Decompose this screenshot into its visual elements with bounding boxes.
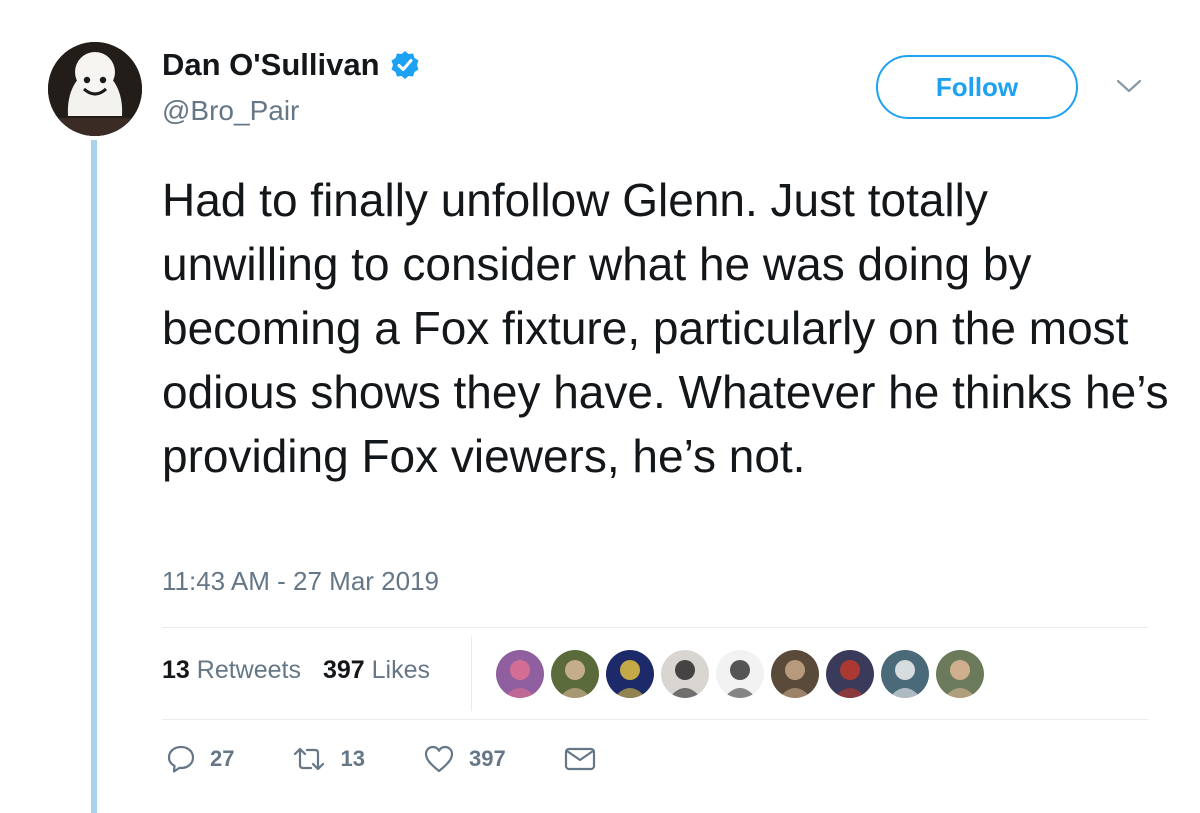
- envelope-icon: [564, 746, 596, 772]
- stats-divider: [471, 636, 472, 711]
- divider: [162, 627, 1148, 628]
- like-button[interactable]: 397: [423, 744, 506, 774]
- liker-avatar[interactable]: [606, 650, 654, 698]
- retweets-stat[interactable]: 13 Retweets: [162, 656, 301, 685]
- likes-stat[interactable]: 397 Likes: [323, 656, 430, 685]
- tweet-actions: 27 13 397: [166, 744, 654, 774]
- tweet-stats: 13 Retweets 397 Likes: [162, 656, 430, 685]
- liker-avatar[interactable]: [551, 650, 599, 698]
- heart-icon: [423, 744, 455, 774]
- follow-button[interactable]: Follow: [876, 55, 1078, 119]
- reply-icon: [166, 744, 196, 774]
- likes-count: 397: [322, 656, 365, 684]
- liker-avatar[interactable]: [826, 650, 874, 698]
- retweet-count: 13: [340, 746, 365, 771]
- liker-avatar[interactable]: [881, 650, 929, 698]
- liker-avatar[interactable]: [661, 650, 709, 698]
- liker-avatar[interactable]: [496, 650, 544, 698]
- retweets-count: 13: [162, 656, 190, 684]
- tweet-timestamp[interactable]: 11:43 AM - 27 Mar 2019: [162, 566, 439, 597]
- liker-avatar[interactable]: [936, 650, 984, 698]
- liker-avatar[interactable]: [771, 650, 819, 698]
- thread-line: [91, 140, 97, 813]
- liker-avatars: [496, 650, 984, 698]
- verified-badge-icon: [390, 50, 420, 80]
- divider: [162, 719, 1148, 720]
- reply-count: 27: [210, 746, 235, 771]
- author-display-name[interactable]: Dan O'Sullivan: [162, 47, 380, 83]
- direct-message-button[interactable]: [564, 746, 596, 772]
- like-count: 397: [468, 746, 506, 771]
- reply-button[interactable]: 27: [166, 744, 234, 774]
- author-handle[interactable]: @Bro_Pair: [162, 95, 299, 127]
- retweets-label: Retweets: [196, 656, 301, 684]
- liker-avatar[interactable]: [716, 650, 764, 698]
- retweet-icon: [292, 744, 326, 774]
- author-avatar[interactable]: [48, 42, 142, 136]
- chevron-down-icon[interactable]: [1116, 78, 1142, 99]
- retweet-button[interactable]: 13: [292, 744, 365, 774]
- ghost-avatar-icon: [48, 42, 142, 136]
- likes-label: Likes: [371, 656, 431, 684]
- tweet-text: Had to finally unfollow Glenn. Just tota…: [162, 174, 1169, 482]
